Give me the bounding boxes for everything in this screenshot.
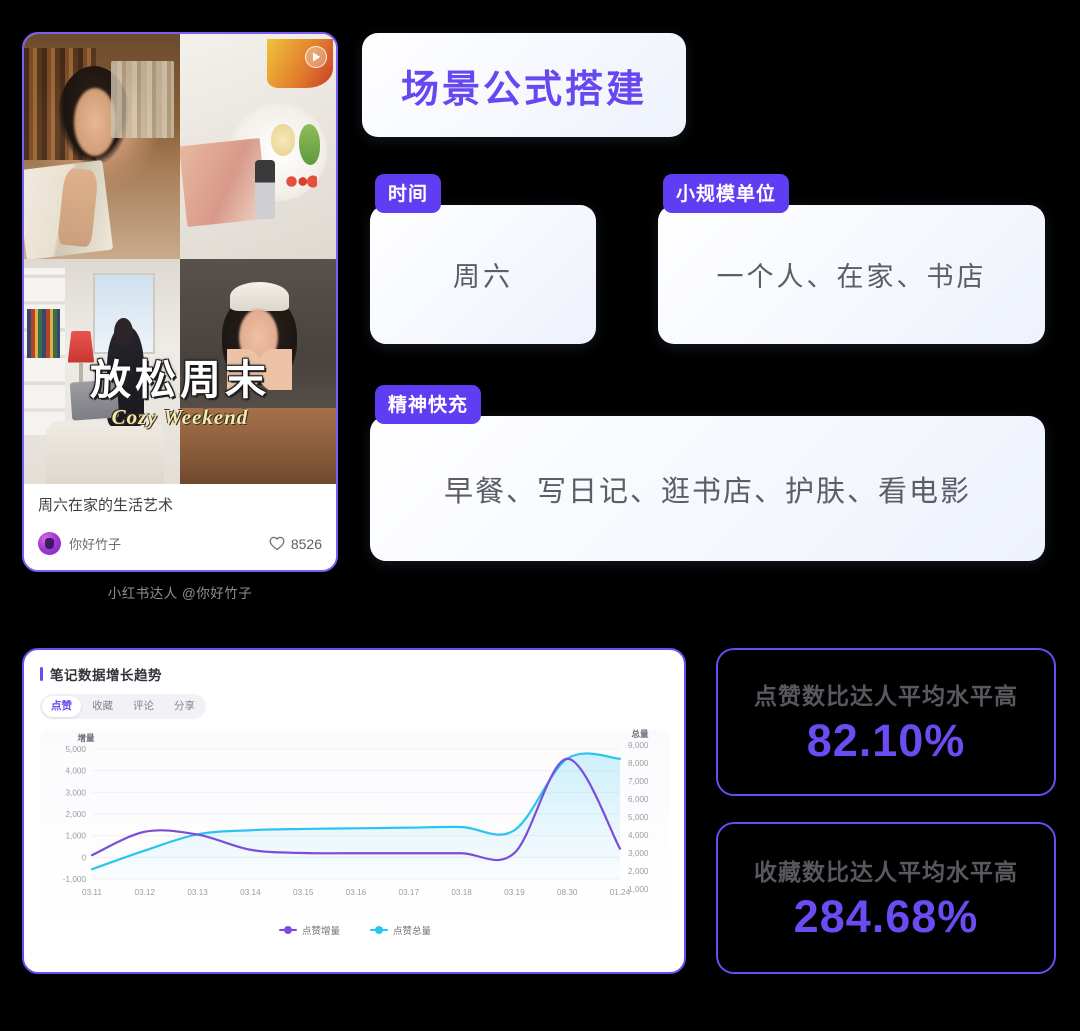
decor-head (114, 317, 134, 347)
svg-text:03.14: 03.14 (240, 888, 261, 897)
stat-value-collects: 284.68% (793, 891, 979, 942)
svg-text:03.15: 03.15 (293, 888, 314, 897)
legend-label-increment: 点赞增量 (301, 925, 340, 937)
heart-icon (269, 537, 285, 551)
decor-pepper-mill (254, 160, 276, 219)
svg-text:3,000: 3,000 (628, 849, 649, 858)
formula-title-card: 场景公式搭建 (362, 33, 686, 137)
decor-hands (226, 349, 293, 390)
svg-text:8,000: 8,000 (628, 759, 649, 768)
field-badge-time: 时间 (375, 174, 442, 213)
author-name: 你好竹子 (69, 537, 122, 553)
decor-headband (229, 281, 290, 311)
tab-likes[interactable]: 点赞 (42, 696, 81, 717)
field-value-spirit: 早餐、写日记、逛书店、护肤、看电影 (443, 475, 971, 508)
legend-swatch-increment (278, 925, 297, 934)
field-badge-unit: 小规模单位 (663, 174, 790, 213)
field-badge-spirit: 精神快充 (375, 385, 482, 424)
field-value-time: 周六 (453, 262, 513, 292)
svg-text:03.12: 03.12 (135, 888, 156, 897)
decor-books (27, 308, 60, 358)
svg-text:03.13: 03.13 (187, 888, 208, 897)
note-caption: 小红书达人 @你好竹子 (107, 586, 253, 601)
svg-text:5,000: 5,000 (628, 813, 649, 822)
note-body: 周六在家的生活艺术 你好竹子 8526 (24, 484, 336, 570)
svg-text:总量: 总量 (631, 729, 649, 739)
svg-text:7,000: 7,000 (628, 777, 649, 786)
decor-egg (270, 124, 296, 156)
note-title: 周六在家的生活艺术 (38, 497, 174, 514)
collage-tile-laptop-sofa (24, 259, 180, 484)
collage-tile-breakfast (180, 34, 336, 259)
chart-card: 笔记数据增长趋势 点赞 收藏 评论 分享 5,000 4,000 3,000 2,00… (22, 648, 686, 974)
like-counter[interactable]: 8526 (269, 536, 322, 552)
svg-text:1,000: 1,000 (66, 831, 87, 840)
svg-text:03.19: 03.19 (504, 888, 525, 897)
poster-root: 放松周末 Cozy Weekend 周六在家的生活艺术 你好竹子 8526 小红… (0, 0, 1080, 1031)
field-card-unit: 一个人、在家、书店 (658, 205, 1045, 344)
decor-laptop (69, 378, 119, 421)
note-author[interactable]: 你好竹子 (38, 532, 122, 556)
stat-label-likes: 点赞数比达人平均水平高 (754, 683, 1018, 709)
svg-text:03.11: 03.11 (82, 888, 102, 897)
decor-face (73, 88, 117, 156)
svg-text:0: 0 (81, 853, 86, 862)
svg-text:1,000: 1,000 (628, 885, 649, 894)
field-card-spirit: 早餐、写日记、逛书店、护肤、看电影 (370, 416, 1045, 561)
svg-text:2,000: 2,000 (628, 867, 649, 876)
decor-lamp-shade (67, 331, 95, 363)
decor-tomatoes (282, 169, 318, 194)
note-footer: 你好竹子 8526 (38, 532, 322, 556)
tab-collects[interactable]: 收藏 (83, 696, 122, 717)
svg-text:2,000: 2,000 (66, 810, 87, 819)
chart-metric-tabs[interactable]: 点赞 收藏 评论 分享 (40, 694, 206, 719)
svg-text:03.18: 03.18 (451, 888, 472, 897)
chart-plot-area: 5,000 4,000 3,000 2,000 1,000 0 -1,000 9,000 8,0… (40, 728, 670, 939)
collage-tile-bookstore (24, 34, 180, 259)
svg-text:6,000: 6,000 (628, 795, 649, 804)
svg-text:03.17: 03.17 (399, 888, 420, 897)
legend-item-increment[interactable]: 点赞增量 (278, 923, 340, 937)
decor-avocado (298, 124, 321, 165)
stat-value-likes: 82.10% (806, 715, 966, 766)
decor-sofa (45, 421, 165, 484)
legend-item-total[interactable]: 点赞总量 (370, 923, 431, 937)
page-title: 场景公式搭建 (400, 68, 647, 111)
legend-swatch-total (370, 925, 388, 934)
chart-title: 笔记数据增长趋势 (50, 668, 162, 683)
legend-label-total: 点赞总量 (393, 925, 432, 937)
avatar-glyph (45, 538, 54, 550)
svg-text:4,000: 4,000 (628, 831, 649, 840)
avatar (38, 532, 61, 556)
stat-label-collects: 收藏数比达人平均水平高 (754, 859, 1018, 885)
chart-svg: 5,000 4,000 3,000 2,000 1,000 0 -1,000 9,000 8,0… (63, 729, 649, 897)
field-value-unit: 一个人、在家、书店 (716, 262, 987, 292)
collage-tile-cafe-portrait (180, 259, 336, 484)
note-card[interactable]: 放松周末 Cozy Weekend 周六在家的生活艺术 你好竹子 8526 (22, 32, 338, 572)
tab-comments[interactable]: 评论 (124, 696, 163, 717)
stat-card-collects: 收藏数比达人平均水平高 284.68% (716, 822, 1056, 974)
svg-text:增量: 增量 (77, 733, 95, 743)
svg-text:9,000: 9,000 (628, 741, 649, 750)
svg-text:4,000: 4,000 (66, 766, 87, 775)
field-card-time: 周六 (370, 205, 596, 344)
like-count: 8526 (290, 535, 322, 552)
svg-text:-1,000: -1,000 (63, 875, 87, 884)
play-icon[interactable] (305, 46, 327, 68)
stat-card-likes: 点赞数比达人平均水平高 82.10% (716, 648, 1056, 796)
title-accent-bar (40, 667, 43, 681)
note-media-collage: 放松周末 Cozy Weekend (24, 34, 336, 484)
tab-shares[interactable]: 分享 (165, 696, 204, 717)
chart-header: 笔记数据增长趋势 (40, 664, 668, 684)
svg-text:01.24: 01.24 (610, 888, 631, 897)
svg-text:08.30: 08.30 (557, 888, 578, 897)
chart-legend: 点赞增量 点赞总量 (40, 923, 670, 937)
svg-text:3,000: 3,000 (66, 788, 87, 797)
svg-text:03.16: 03.16 (346, 888, 367, 897)
svg-text:5,000: 5,000 (66, 745, 87, 754)
decor-counter (180, 407, 336, 484)
